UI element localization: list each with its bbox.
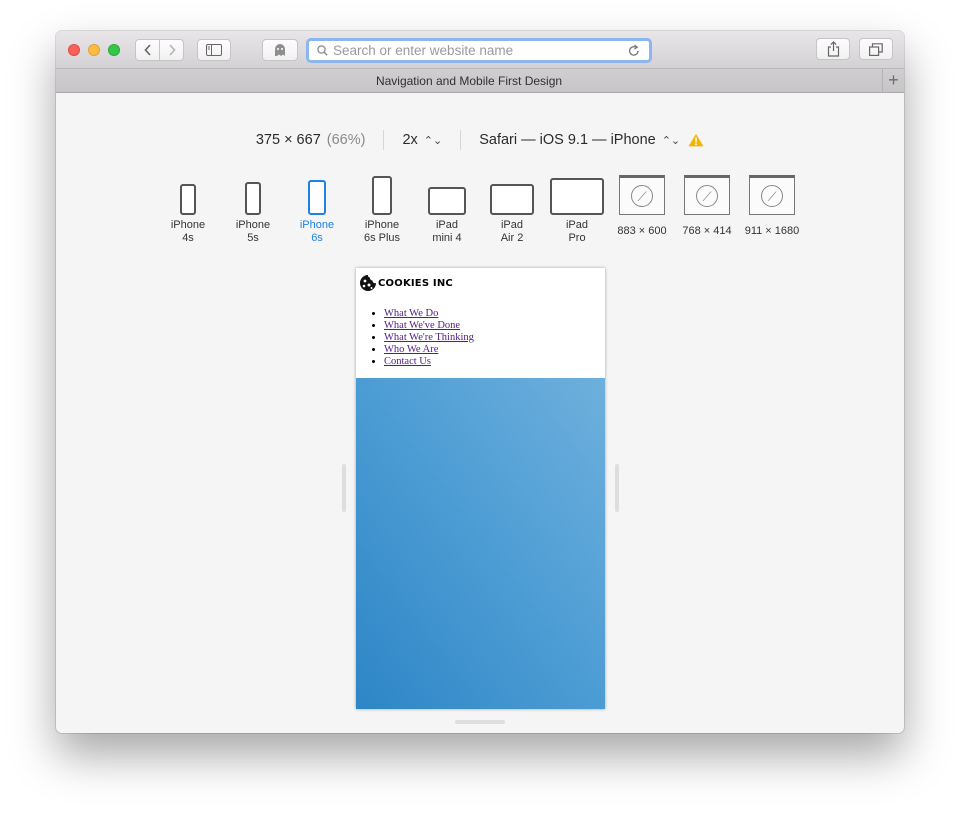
- device-presets: iPhone 4s iPhone 5s iPhone 6s iPhone 6s …: [56, 173, 904, 253]
- viewport-dimensions: 375 × 667: [255, 132, 321, 148]
- phone-icon: [284, 173, 350, 217]
- site-logo[interactable]: COOKIES INC: [359, 274, 453, 292]
- site-header: COOKIES INC What We Do What We've Done W…: [356, 268, 605, 378]
- chevron-left-icon: [143, 44, 151, 56]
- sidebar-icon: [206, 44, 222, 56]
- divider: [460, 130, 462, 150]
- device-label: 768 × 414: [682, 225, 732, 237]
- tab-bar: Navigation and Mobile First Design +: [56, 69, 904, 93]
- phone-icon: [155, 173, 221, 217]
- compass-icon: ⟋: [696, 185, 718, 207]
- up-down-chevron-icon: ⌃⌄: [423, 135, 443, 147]
- tabs-icon: [869, 42, 883, 56]
- nav-link-who-we-are[interactable]: Who We Are: [384, 344, 438, 355]
- back-button[interactable]: [135, 39, 160, 61]
- tablet-icon: [544, 173, 610, 217]
- nav-link-contact-us[interactable]: Contact Us: [384, 356, 431, 367]
- device-label: iPhone 6s: [299, 219, 335, 244]
- device-iphone-6s-plus[interactable]: iPhone 6s Plus: [349, 173, 415, 245]
- nav-item: Contact Us: [384, 356, 474, 368]
- device-label: 883 × 600: [617, 225, 667, 237]
- resize-handle-left[interactable]: [342, 464, 346, 512]
- nav-item: What We're Thinking: [384, 332, 474, 344]
- window-icon: ⟋: [739, 173, 805, 217]
- close-window-button[interactable]: [68, 44, 80, 56]
- tab-title[interactable]: Navigation and Mobile First Design: [56, 69, 882, 93]
- phone-icon: [349, 173, 415, 217]
- window-icon: ⟋: [609, 173, 675, 217]
- device-label: iPad mini 4: [432, 219, 462, 244]
- nav-item: What We Do: [384, 308, 474, 320]
- search-icon: [313, 45, 331, 56]
- nav-link-what-we-do[interactable]: What We Do: [384, 308, 438, 319]
- compass-icon: ⟋: [631, 185, 653, 207]
- minimize-window-button[interactable]: [88, 44, 100, 56]
- compass-icon: ⟋: [761, 185, 783, 207]
- responsive-design-bar: 375 × 667 (66%) 2x ⌃⌄ Safari — iOS 9.1 — …: [56, 128, 904, 152]
- resize-handle-right[interactable]: [615, 464, 619, 512]
- device-ipad-air-2[interactable]: iPad Air 2: [479, 173, 545, 245]
- device-label: iPad Pro: [565, 219, 589, 244]
- warning-icon[interactable]: [688, 133, 704, 147]
- resize-handle-bottom[interactable]: [455, 720, 505, 724]
- device-iphone-4s[interactable]: iPhone 4s: [155, 173, 221, 245]
- pixel-ratio-select[interactable]: 2x ⌃⌄: [402, 132, 442, 148]
- device-custom-768x414[interactable]: ⟋ 768 × 414: [674, 173, 740, 238]
- url-input[interactable]: [331, 41, 623, 60]
- chevron-right-icon: [168, 44, 176, 56]
- logo-text: COOKIES INC: [378, 277, 453, 289]
- show-sidebar-button[interactable]: [197, 39, 231, 61]
- pixel-ratio-value: 2x: [402, 132, 418, 148]
- device-custom-883x600[interactable]: ⟋ 883 × 600: [609, 173, 675, 238]
- ghost-icon: [275, 44, 285, 56]
- device-label: iPad Air 2: [500, 219, 524, 244]
- device-label: iPhone 5s: [235, 219, 271, 244]
- cookie-icon: [360, 275, 376, 291]
- nav-link-what-weve-done[interactable]: What We've Done: [384, 320, 460, 331]
- browser-window: Navigation and Mobile First Design + 375…: [56, 31, 904, 733]
- device-viewport: COOKIES INC What We Do What We've Done W…: [356, 268, 605, 709]
- tablet-icon: [479, 173, 545, 217]
- device-ipad-pro[interactable]: iPad Pro: [544, 173, 610, 245]
- device-iphone-6s[interactable]: iPhone 6s: [284, 173, 350, 245]
- device-iphone-5s[interactable]: iPhone 5s: [220, 173, 286, 245]
- user-agent-value: Safari — iOS 9.1 — iPhone: [479, 132, 656, 148]
- nav-link-what-were-thinking[interactable]: What We're Thinking: [384, 332, 474, 343]
- device-label: iPhone 6s Plus: [363, 219, 401, 244]
- browser-toolbar: [56, 31, 904, 69]
- site-nav: What We Do What We've Done What We're Th…: [384, 308, 474, 368]
- share-button[interactable]: [816, 38, 850, 60]
- reload-icon[interactable]: [623, 44, 645, 57]
- zoom-level: (66%): [326, 132, 366, 148]
- device-label: iPhone 4s: [170, 219, 206, 244]
- up-down-chevron-icon: ⌃⌄: [661, 135, 681, 147]
- forward-button[interactable]: [159, 39, 184, 61]
- show-all-tabs-button[interactable]: [859, 38, 893, 60]
- share-icon: [827, 41, 839, 57]
- device-custom-911x1680[interactable]: ⟋ 911 × 1680: [739, 173, 805, 238]
- device-label: 911 × 1680: [744, 225, 800, 237]
- hero-section: [356, 378, 605, 709]
- nav-item: Who We Are: [384, 344, 474, 356]
- nav-item: What We've Done: [384, 320, 474, 332]
- privacy-report-button[interactable]: [262, 39, 298, 61]
- maximize-window-button[interactable]: [108, 44, 120, 56]
- divider: [383, 130, 385, 150]
- phone-icon: [220, 173, 286, 217]
- address-bar[interactable]: [306, 38, 652, 63]
- device-ipad-mini-4[interactable]: iPad mini 4: [414, 173, 480, 245]
- user-agent-select[interactable]: Safari — iOS 9.1 — iPhone ⌃⌄: [479, 132, 680, 148]
- tablet-icon: [414, 173, 480, 217]
- new-tab-button[interactable]: +: [882, 69, 904, 93]
- window-icon: ⟋: [674, 173, 740, 217]
